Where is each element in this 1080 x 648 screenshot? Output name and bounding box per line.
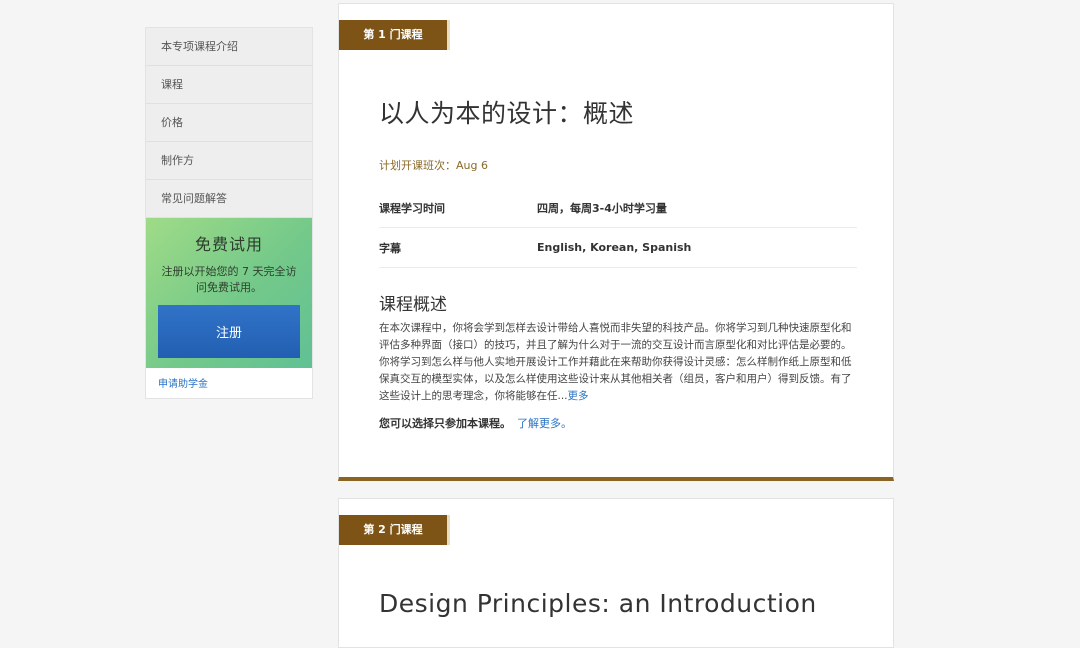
course-title[interactable]: Design Principles: an Introduction (379, 589, 817, 618)
enroll-option: 您可以选择只参加本课程。 了解更多。 (379, 415, 572, 431)
detail-value: English, Korean, Spanish (537, 241, 692, 254)
free-trial-title: 免费试用 (194, 235, 263, 254)
sidebar-item-creators[interactable]: 制作方 (146, 142, 312, 180)
course-number-tag: 第 2 门课程 (339, 515, 450, 545)
detail-row-duration: 课程学习时间 四周，每周3-4小时学习量 (379, 188, 857, 228)
detail-row-subtitles: 字幕 English, Korean, Spanish (379, 228, 857, 268)
overview-heading: 课程概述 (379, 295, 447, 315)
sidebar-item-courses[interactable]: 课程 (146, 66, 312, 104)
overview-text: 在本次课程中，你将会学到怎样去设计带给人喜悦而非失望的科技产品。你将学习到几种快… (379, 320, 857, 405)
free-trial-panel: 免费试用 注册以开始您的 7 天完全访问免费试用。 注册 (146, 218, 312, 368)
scholarship-link[interactable]: 申请助学金 (146, 368, 312, 398)
course-number-tag: 第 1 门课程 (339, 20, 450, 50)
course-title[interactable]: 以人为本的设计：概述 (379, 94, 634, 130)
detail-value: 四周，每周3-4小时学习量 (537, 201, 667, 215)
option-text: 您可以选择只参加本课程。 (379, 417, 511, 430)
sidebar-item-faq[interactable]: 常见问题解答 (146, 180, 312, 218)
more-link[interactable]: 更多 (568, 390, 589, 402)
learn-more-link[interactable]: 了解更多。 (517, 417, 572, 430)
register-button[interactable]: 注册 (158, 305, 300, 358)
overview-body-text: 在本次课程中，你将会学到怎样去设计带给人喜悦而非失望的科技产品。你将学习到几种快… (379, 322, 852, 402)
detail-key: 课程学习时间 (379, 201, 445, 215)
sidebar-item-intro[interactable]: 本专项课程介绍 (146, 28, 312, 66)
course-card-2: 第 2 门课程 Design Principles: an Introducti… (338, 498, 894, 648)
sidebar: 本专项课程介绍 课程 价格 制作方 常见问题解答 免费试用 注册以开始您的 7 … (145, 27, 313, 399)
course-details-table: 课程学习时间 四周，每周3-4小时学习量 字幕 English, Korean,… (379, 188, 857, 268)
upcoming-session: 计划开课班次：Aug 6 (379, 159, 488, 172)
sidebar-item-pricing[interactable]: 价格 (146, 104, 312, 142)
free-trial-description: 注册以开始您的 7 天完全访问免费试用。 (161, 265, 297, 294)
course-card-1: 第 1 门课程 以人为本的设计：概述 计划开课班次：Aug 6 课程学习时间 四… (338, 3, 894, 481)
detail-key: 字幕 (379, 241, 401, 255)
